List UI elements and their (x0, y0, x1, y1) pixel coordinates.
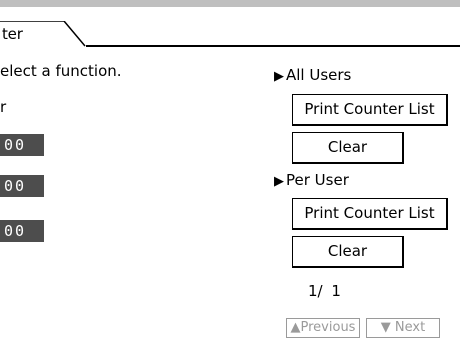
top-status-bar (0, 0, 460, 7)
all-users-print-counter-list-button[interactable]: Print Counter List (292, 94, 448, 126)
down-triangle-icon: ▼ (380, 320, 391, 335)
per-user-print-counter-list-button[interactable]: Print Counter List (292, 198, 448, 230)
tab-strip: ter (0, 7, 460, 47)
next-label: Next (394, 320, 426, 335)
next-button[interactable]: ▼ Next (366, 318, 440, 338)
up-triangle-icon: ▲ (290, 320, 301, 335)
counter-column-label: r (0, 98, 7, 116)
all-users-heading: ▶ All Users (274, 66, 351, 84)
counter-value-3: 00 (0, 220, 44, 242)
instruction-text: elect a function. (0, 62, 122, 80)
play-triangle-icon: ▶ (274, 69, 284, 84)
previous-button[interactable]: ▲Previous (286, 318, 360, 338)
page-indicator: 1/ 1 (308, 282, 341, 300)
all-users-heading-label: All Users (286, 66, 352, 84)
play-triangle-icon: ▶ (274, 174, 284, 189)
per-user-heading-label: Per User (286, 171, 349, 189)
all-users-clear-button[interactable]: Clear (292, 132, 404, 164)
per-user-clear-button[interactable]: Clear (292, 236, 404, 268)
counter-value-2: 00 (0, 175, 44, 197)
tab-underline (86, 45, 460, 47)
tab-label: ter (2, 25, 23, 43)
tab-counter[interactable]: ter (0, 21, 86, 47)
counter-value-1: 00 (0, 134, 44, 156)
previous-label: Previous (300, 320, 356, 335)
per-user-heading: ▶ Per User (274, 171, 349, 189)
